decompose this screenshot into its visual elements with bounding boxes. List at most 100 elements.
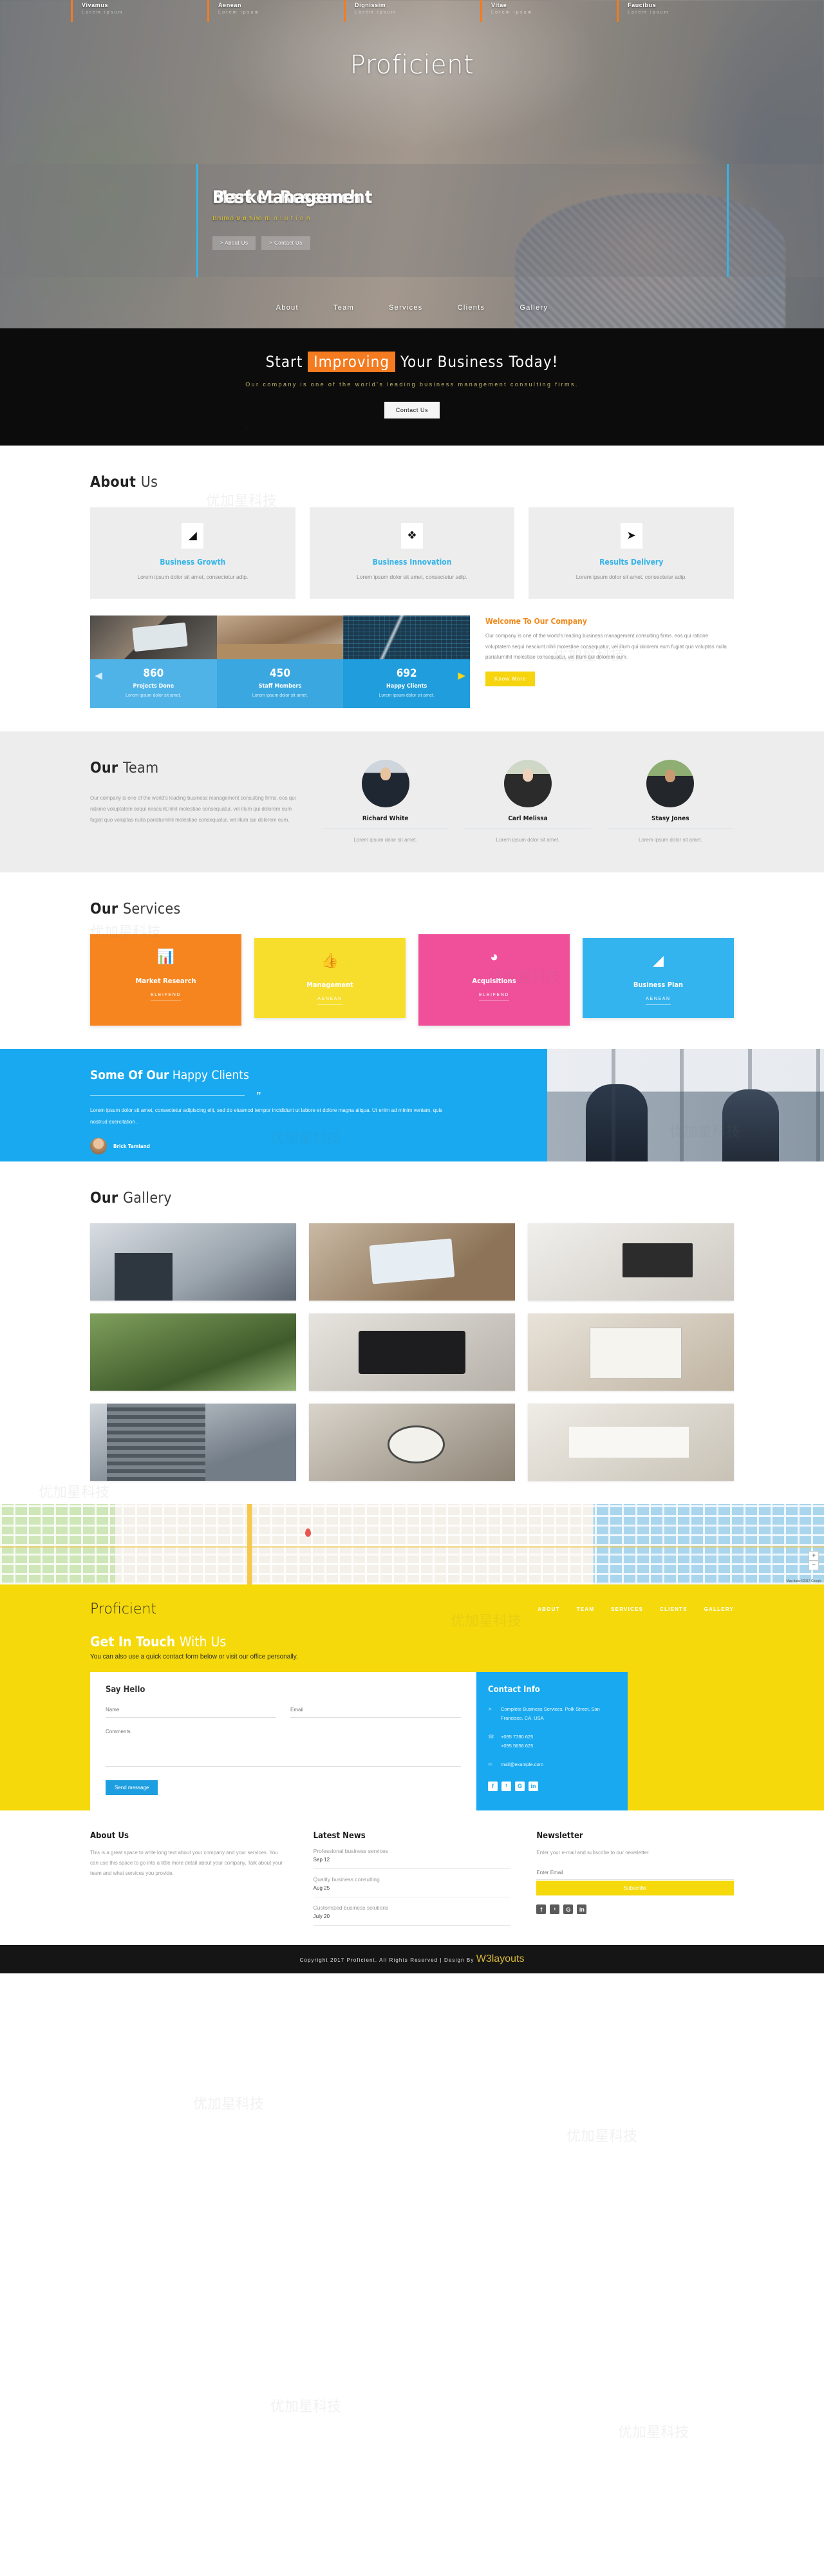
service-card-management[interactable]: 👍 Management AENEAN (254, 938, 406, 1019)
gallery-item-office-interior[interactable] (90, 1223, 296, 1301)
about-card-results-delivery[interactable]: ➤ Results Delivery Lorem ipsum dolor sit… (529, 507, 735, 599)
carousel-image-1 (216, 616, 344, 660)
linkedin-icon[interactable]: in (529, 1781, 538, 1791)
nav-item-about[interactable]: About (276, 304, 299, 312)
twitter-icon[interactable]: ᵗ (501, 1781, 511, 1791)
nav-item-gallery[interactable]: Gallery (520, 304, 548, 312)
service-title: Acquisitions (472, 977, 516, 986)
divider: ” (90, 1090, 261, 1101)
contact-nav-services[interactable]: SERVICES (611, 1606, 643, 1612)
nav-item-team[interactable]: Team (333, 304, 354, 312)
window-overlay (547, 1049, 824, 1162)
nav-item-services[interactable]: Services (389, 304, 423, 312)
services-title-light: Services (122, 901, 181, 918)
about-card-business-innovation[interactable]: ❖ Business Innovation Lorem ipsum dolor … (309, 507, 515, 599)
gallery-item-tablet-on-desk[interactable] (309, 1223, 515, 1301)
contact-nav-team[interactable]: TEAM (577, 1606, 594, 1612)
testimonial-block: Some Of Our Happy Clients ” Lorem ipsum … (0, 1049, 547, 1161)
team-member-richard-white[interactable]: Richard White Lorem ipsum dolor sit amet… (322, 760, 449, 843)
facebook-icon[interactable]: f (488, 1781, 498, 1791)
news-date: Sep 12 (313, 1857, 330, 1863)
contact-nav-gallery[interactable]: GALLERY (704, 1606, 734, 1612)
team-section: Our Team Our company is one of the world… (0, 731, 824, 873)
gallery-section: Our Gallery (0, 1161, 824, 1504)
top-strip-item-4[interactable]: Faucibus Lorem ipsum (617, 0, 753, 22)
site-logo[interactable]: Proficient (350, 50, 474, 80)
contact-nav-clients[interactable]: CLIENTS (660, 1606, 688, 1612)
about-card-business-growth[interactable]: ◢ Business Growth Lorem ipsum dolor sit … (90, 507, 295, 599)
gallery-item-tablet-and-notebook[interactable] (309, 1313, 515, 1391)
footer-newsletter-text: Enter your e-mail and subscribe to our n… (536, 1850, 650, 1856)
team-text: Our company is one of the world's leadin… (90, 795, 296, 823)
services-cards: 📊 Market Research ELEIFEND 👍 Management … (90, 934, 734, 1026)
stat-text: Lorem ipsum dolor sit amet. (252, 693, 308, 699)
footer-about-column: About Us This is a great space to write … (90, 1831, 288, 1926)
news-item[interactable]: Professional business services Sep 12 (313, 1841, 511, 1870)
cubes-icon: ❖ (401, 523, 423, 549)
facebook-icon[interactable]: f (536, 1904, 547, 1915)
designer-link[interactable]: W3layouts (476, 1953, 525, 1964)
comments-field[interactable] (106, 1727, 461, 1767)
service-card-business-plan[interactable]: ◢ Business Plan AENEAN (583, 938, 734, 1019)
main-navigation: About Team Services Clients Gallery (0, 304, 824, 312)
avatar (90, 1138, 107, 1155)
hero-contact-button[interactable]: > Contact Us (261, 236, 310, 250)
contact-nav-about[interactable]: ABOUT (538, 1606, 559, 1612)
carousel-stats: 860 Projects Done Lorem ipsum dolor sit … (90, 659, 471, 709)
map-pin-icon[interactable] (304, 1528, 311, 1537)
nav-item-clients[interactable]: Clients (458, 304, 485, 312)
name-field[interactable] (106, 1705, 276, 1718)
service-card-market-research[interactable]: 📊 Market Research ELEIFEND (90, 934, 241, 1026)
map-zoom-in-button[interactable]: + (809, 1551, 819, 1561)
gallery-item-green-trees[interactable] (90, 1313, 296, 1391)
gallery-item-desk-with-coffee[interactable] (528, 1223, 734, 1301)
news-item[interactable]: Customized business solutions July 20 (313, 1897, 511, 1926)
cta-banner: Start Improving Your Business Today! Our… (0, 328, 824, 446)
member-desc: Lorem ipsum dolor sit amet. (638, 837, 702, 843)
newsletter-email-input[interactable] (536, 1866, 735, 1881)
linkedin-icon[interactable]: in (577, 1904, 587, 1915)
service-sub: AENEAN (317, 997, 342, 1006)
location-icon: ➤ (488, 1706, 492, 1713)
team-member-stasy-jones[interactable]: Stasy Jones Lorem ipsum dolor sit amet. (606, 760, 734, 843)
gallery-item-hands-with-document[interactable] (528, 1313, 734, 1391)
google-plus-icon[interactable]: G (563, 1904, 574, 1915)
team-member-carl-melissa[interactable]: Carl Melissa Lorem ipsum dolor sit amet. (464, 760, 592, 843)
twitter-icon[interactable]: ᵗ (550, 1904, 560, 1915)
service-card-acquisitions[interactable]: ◕ Acquisitions ELEIFEND (418, 934, 570, 1026)
stat-text: Lorem ipsum dolor sit amet. (379, 693, 435, 699)
hero-about-button[interactable]: > About Us (212, 236, 256, 250)
gallery-item-compass-on-map[interactable] (309, 1404, 515, 1481)
area-chart-icon: ◢ (653, 952, 664, 969)
map-section[interactable]: + − Map data ©2017 Google (0, 1504, 824, 1585)
cta-paragraph: Our company is one of the world's leadin… (245, 381, 579, 388)
clients-photo (547, 1049, 824, 1162)
carousel-next-icon[interactable]: ▶ (455, 670, 468, 682)
service-title: Market Research (135, 977, 196, 986)
gallery-item-person-writing[interactable] (528, 1404, 734, 1481)
service-title: Management (306, 981, 353, 990)
email-field[interactable] (290, 1705, 461, 1718)
team-title-light: Team (122, 760, 159, 777)
news-item[interactable]: Quality business consulting Aug 25 (313, 1869, 511, 1898)
subscribe-button[interactable]: Subscribe (536, 1881, 735, 1896)
top-strip-item-2[interactable]: Dignissim Lorem ipsum (344, 0, 480, 22)
top-strip-item-3[interactable]: Vitae Lorem ipsum (480, 0, 617, 22)
gallery-item-building-facade[interactable] (90, 1404, 296, 1481)
phone-row: ☎ +095 7780 625 +095 5658 625 (488, 1733, 616, 1750)
stat-label: Projects Done (133, 683, 174, 690)
know-more-button[interactable]: Know More (485, 672, 536, 687)
testimonial-author: Brick Tamland (90, 1138, 547, 1155)
clients-title-light: Happy Clients (172, 1068, 249, 1083)
cta-contact-button[interactable]: Contact Us (384, 402, 440, 418)
google-plus-icon[interactable]: G (515, 1781, 525, 1791)
top-strip-item-0[interactable]: Vivamus Lorem ipsum (71, 0, 207, 22)
top-strip-item-1[interactable]: Aenean Lorem ipsum (207, 0, 344, 22)
hero-slide-1: Best Management Innovation (212, 187, 372, 222)
stats-carousel: 860 Projects Done Lorem ipsum dolor sit … (90, 616, 471, 709)
footer-section: About Us This is a great space to write … (0, 1810, 824, 1946)
send-message-button[interactable]: Send message (106, 1780, 158, 1796)
contact-logo[interactable]: Proficient (90, 1601, 156, 1617)
map-zoom-out-button[interactable]: − (809, 1561, 819, 1571)
carousel-prev-icon[interactable]: ◀ (92, 670, 105, 682)
